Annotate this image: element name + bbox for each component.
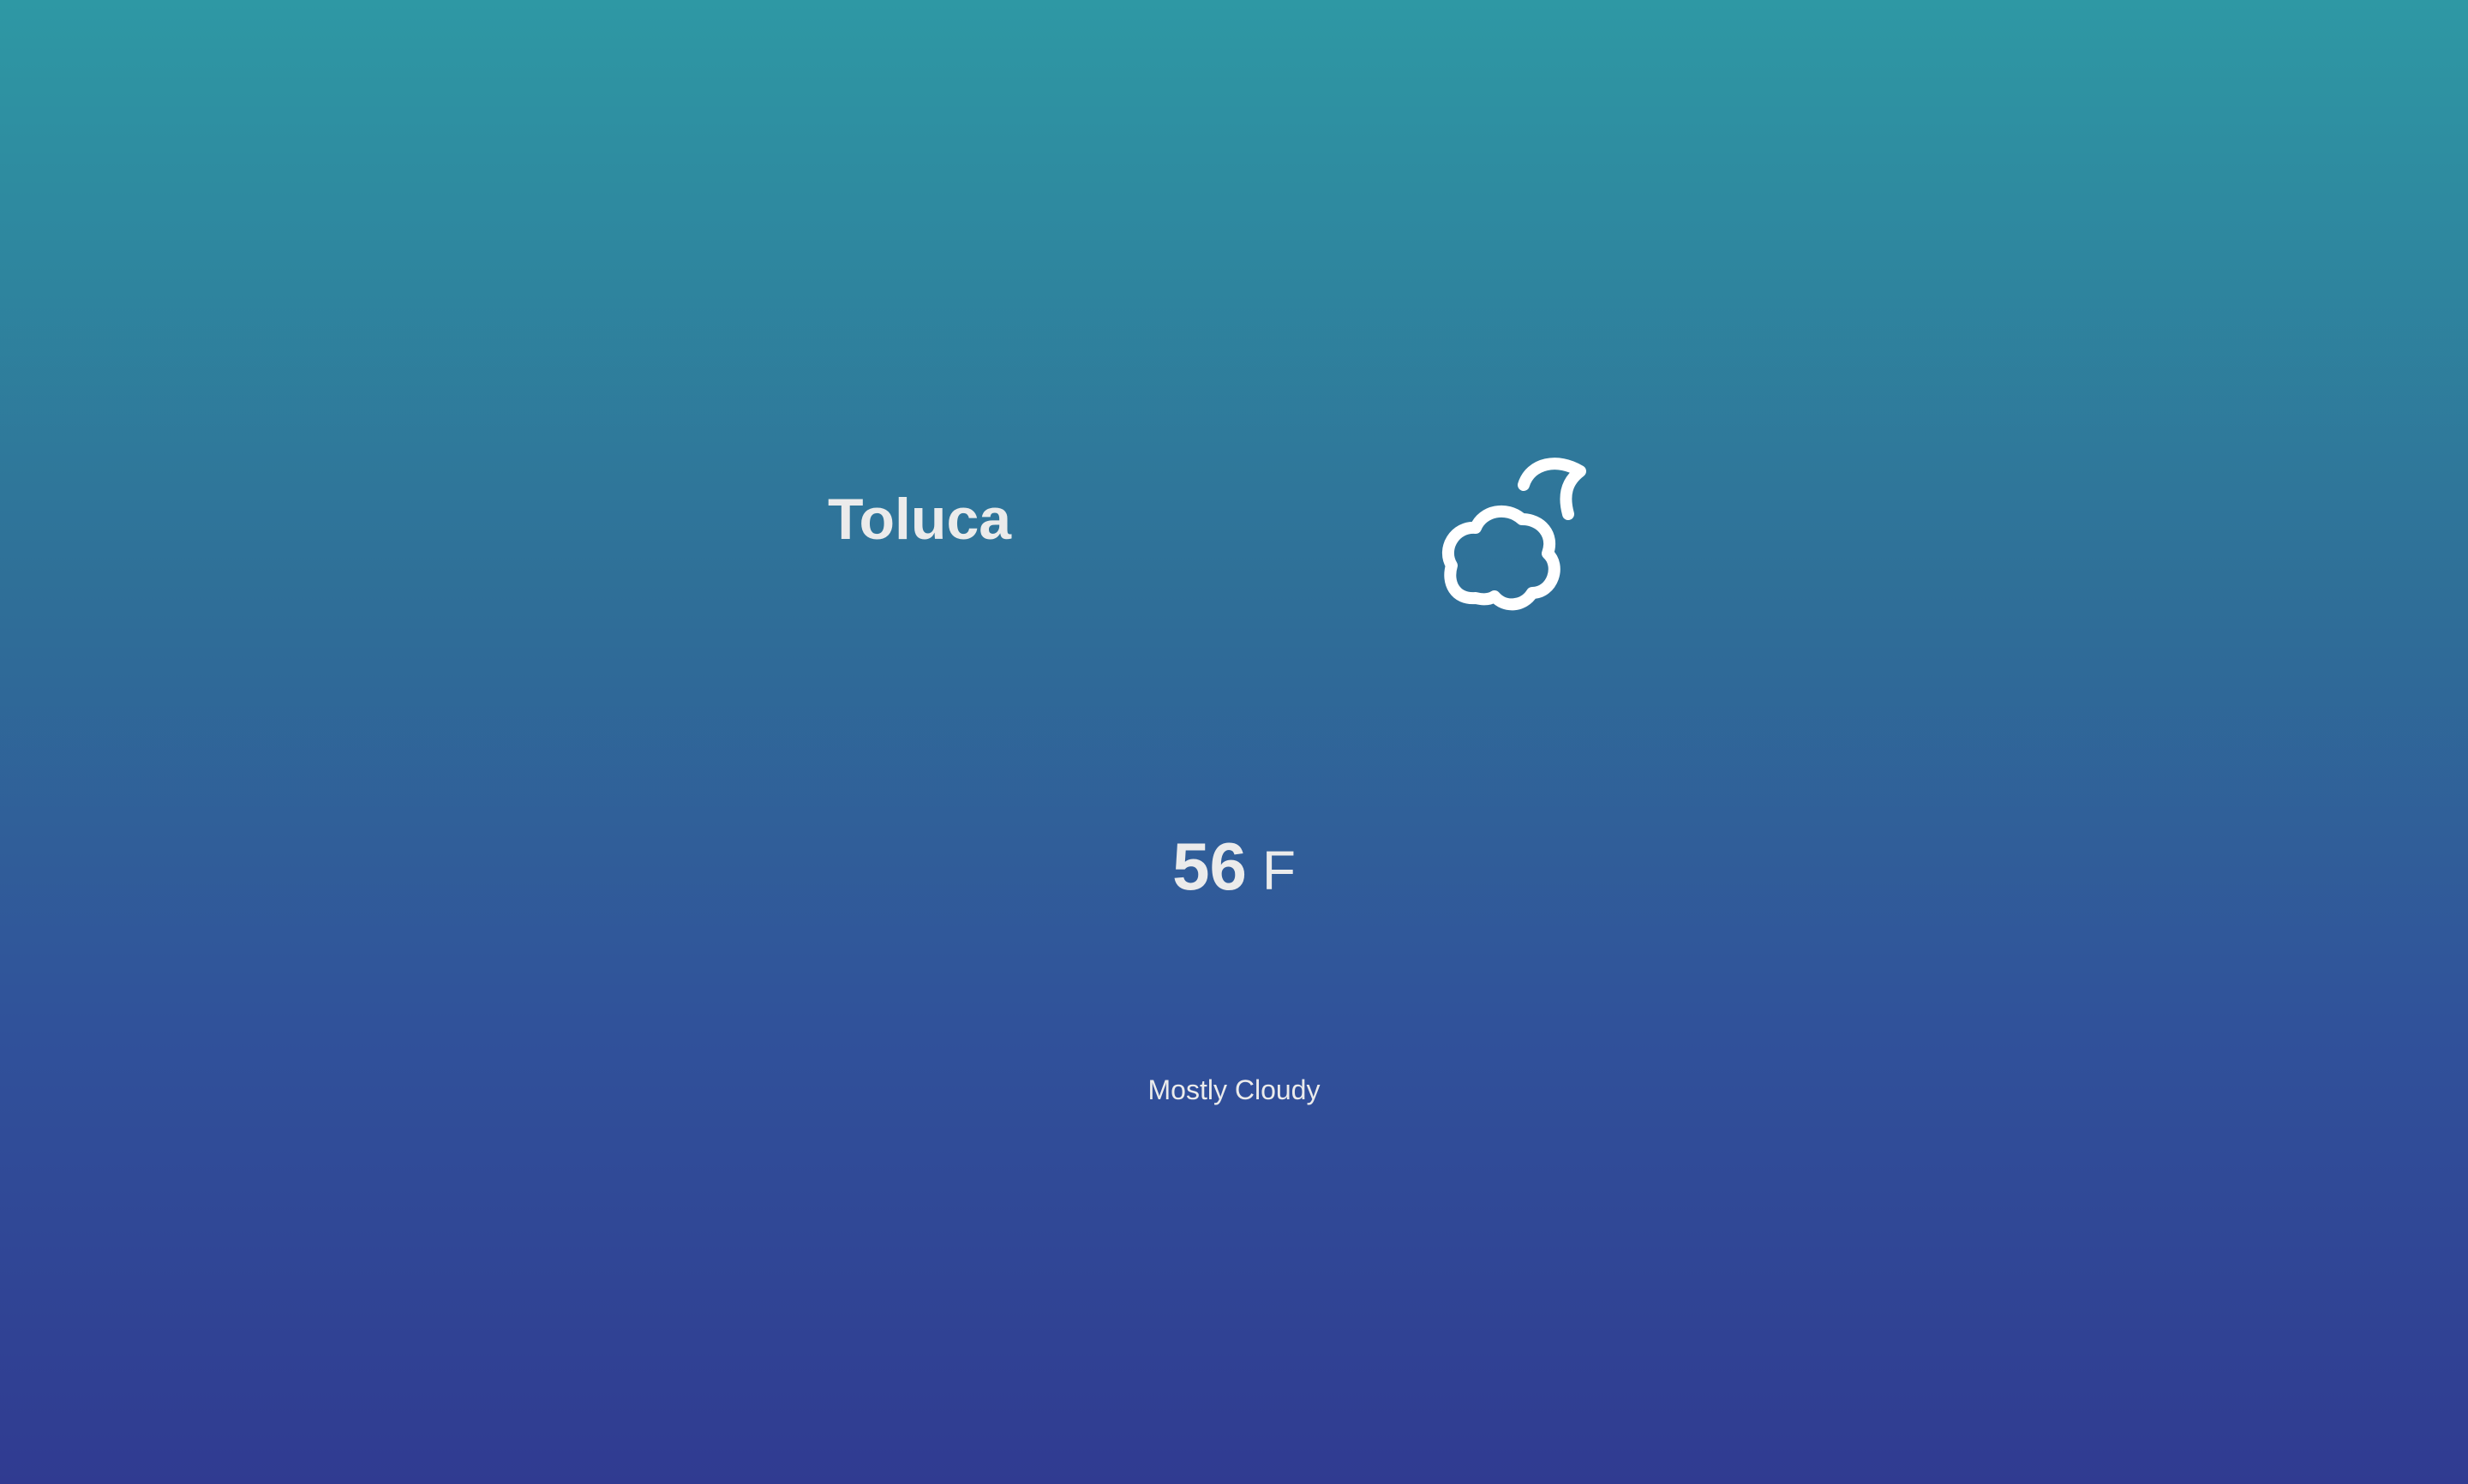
temperature-value: 56 <box>1172 829 1247 904</box>
temperature-unit: F <box>1261 840 1296 901</box>
current-temperature: 56 F <box>0 828 2468 906</box>
weather-condition: Mostly Cloudy <box>1147 1074 1321 1105</box>
cloud-moon-icon <box>1441 458 1586 611</box>
city-name: Toluca <box>828 487 1012 552</box>
